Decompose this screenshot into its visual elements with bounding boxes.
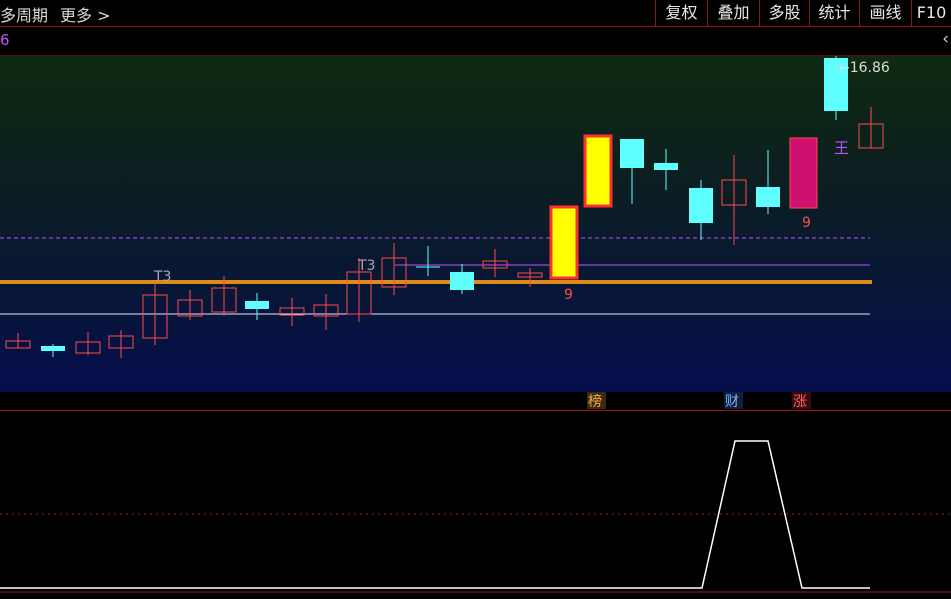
draw-line-button[interactable]: 画线 <box>859 0 911 26</box>
t3-label: T3 <box>153 269 171 285</box>
candle <box>654 163 678 170</box>
multi-stock-button[interactable]: 多股 <box>759 0 809 26</box>
signal-candle <box>549 205 579 280</box>
chevron-left-icon[interactable]: ‹ <box>942 29 949 49</box>
rise-badge[interactable]: 涨 <box>793 394 807 410</box>
f10-button[interactable]: F10 <box>911 0 951 26</box>
candle <box>41 346 65 351</box>
indicator-bar: 6 ‹ <box>0 27 951 56</box>
t3-label: T3 <box>357 258 375 274</box>
max-price-label: ←16.86 <box>838 60 890 76</box>
max-price-arrow: ← <box>838 60 850 76</box>
indicator-svg <box>0 440 951 593</box>
candles <box>5 55 884 358</box>
event-badges: 榜 财 涨 <box>587 392 811 410</box>
candlestick-chart[interactable]: T3 T3 9 9 王 ←16.86 <box>0 55 951 392</box>
candle <box>756 187 780 207</box>
indicator-value: 6 <box>0 31 10 49</box>
max-price-value: 16.86 <box>850 60 890 76</box>
multi-period-menu[interactable]: 多周期 <box>0 2 48 26</box>
signal-candle <box>583 134 613 208</box>
restore-rights-button[interactable]: 复权 <box>655 0 707 26</box>
top-toolbar: 多周期 更多 > 复权 叠加 多股 统计 画线 F10 <box>0 0 951 27</box>
candle <box>620 139 644 168</box>
finance-badge[interactable]: 财 <box>725 394 739 410</box>
statistics-button[interactable]: 统计 <box>809 0 859 26</box>
candle <box>245 301 269 309</box>
nine-count-label: 9 <box>564 287 573 303</box>
more-menu[interactable]: 更多 > <box>60 2 111 26</box>
indicator-panel[interactable] <box>0 411 951 595</box>
candlestick-svg: T3 T3 9 9 王 ←16.86 <box>0 55 890 358</box>
candle <box>450 272 474 290</box>
nine-count-label: 9 <box>802 215 811 231</box>
wang-label: 王 <box>834 139 849 157</box>
candle <box>689 188 713 223</box>
limit-up-candle <box>789 137 818 209</box>
overlay-button[interactable]: 叠加 <box>707 0 759 26</box>
rank-badge[interactable]: 榜 <box>588 393 602 410</box>
